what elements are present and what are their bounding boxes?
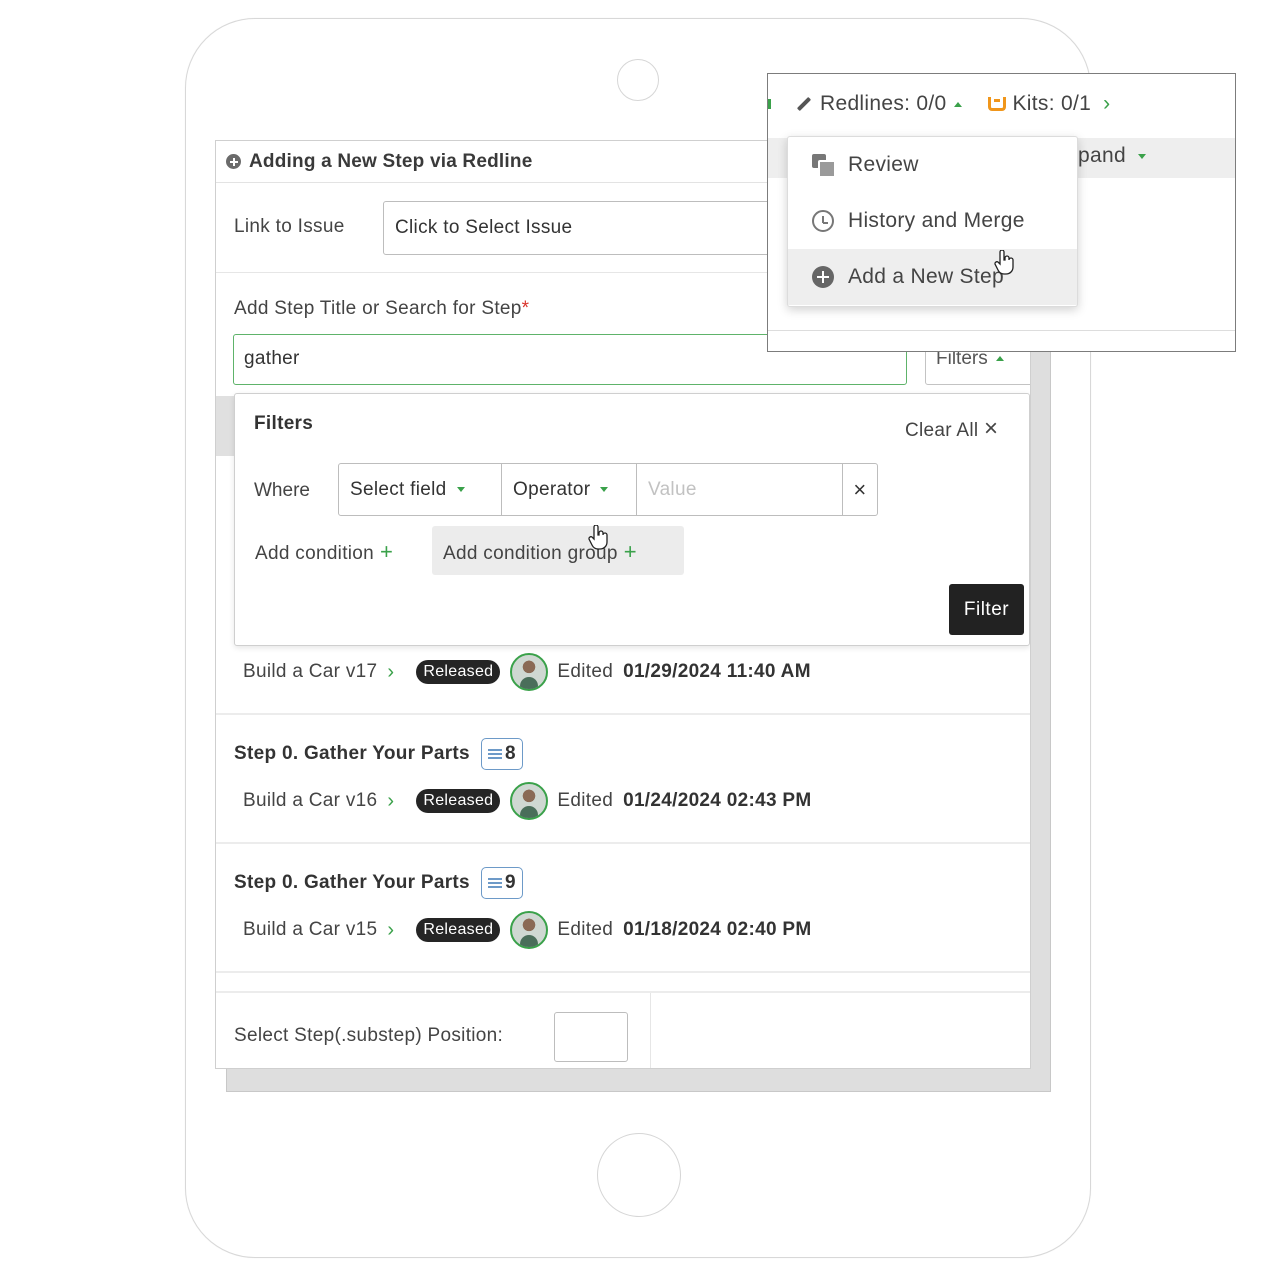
menu-item-history-merge[interactable]: History and Merge bbox=[788, 193, 1077, 249]
field-select[interactable]: Select field bbox=[339, 464, 502, 515]
panel-title: Adding a New Step via Redline bbox=[249, 150, 533, 172]
status-badge: Released bbox=[416, 660, 501, 684]
procedure-link[interactable]: Build a Car v17 bbox=[243, 661, 377, 683]
clear-all-button[interactable]: Clear All × bbox=[905, 415, 998, 443]
avatar bbox=[510, 653, 549, 691]
result-meta: Build a Car v17 › Released Edited 01/29/… bbox=[243, 653, 811, 691]
edited-date: 01/29/2024 11:40 AM bbox=[623, 661, 811, 682]
step-count-badge: 8 bbox=[480, 738, 523, 770]
link-issue-label: Link to Issue bbox=[234, 216, 345, 237]
list-lines-icon bbox=[487, 749, 502, 759]
avatar bbox=[510, 911, 549, 949]
remove-condition-icon[interactable]: × bbox=[843, 464, 877, 515]
plus-icon: + bbox=[623, 539, 637, 564]
tablet-camera bbox=[617, 59, 659, 101]
chevron-right-icon: › bbox=[1103, 92, 1111, 115]
edited-label: Edited bbox=[557, 919, 614, 940]
menu-item-add-new-step[interactable]: Add a New Step bbox=[788, 249, 1077, 305]
pencil-icon bbox=[796, 96, 812, 112]
hand-cursor-icon bbox=[588, 525, 608, 550]
condition-row: Select field Operator Value × bbox=[338, 463, 878, 516]
history-icon bbox=[812, 210, 834, 232]
position-label: Select Step(.substep) Position: bbox=[234, 1025, 504, 1046]
issue-select[interactable]: Click to Select Issue bbox=[383, 201, 803, 255]
review-icon bbox=[812, 154, 836, 178]
add-circle-icon bbox=[226, 154, 241, 169]
divider bbox=[650, 993, 651, 1068]
procedure-link[interactable]: Build a Car v15 bbox=[243, 919, 377, 941]
add-condition-button[interactable]: Add condition + bbox=[255, 539, 393, 565]
result-title: Step 0. Gather Your Parts 8 bbox=[234, 738, 523, 770]
value-input[interactable]: Value bbox=[637, 464, 843, 515]
dimmed-strip bbox=[216, 396, 236, 456]
toolbar-zoom-inset: Redlines: 0/0 Kits: 0/1 › pand Review Hi… bbox=[767, 73, 1236, 352]
procedure-link[interactable]: Build a Car v16 bbox=[243, 790, 377, 812]
result-meta: Build a Car v15 › Released Edited 01/18/… bbox=[243, 911, 812, 949]
list-lines-icon bbox=[487, 878, 502, 888]
step-count-badge: 9 bbox=[480, 867, 523, 899]
result-item[interactable]: Step 0. Gather Your Parts 9 Build a Car … bbox=[216, 844, 1030, 973]
caret-down-icon bbox=[456, 487, 465, 492]
position-input[interactable] bbox=[554, 1012, 628, 1062]
add-circle-icon bbox=[812, 266, 834, 288]
edited-date: 01/18/2024 02:40 PM bbox=[623, 919, 812, 940]
menu-item-review[interactable]: Review bbox=[788, 137, 1077, 193]
result-item[interactable]: Build a Car v17 › Released Edited 01/29/… bbox=[216, 586, 1030, 715]
divider bbox=[768, 330, 1235, 331]
status-badge: Released bbox=[416, 789, 501, 813]
kits-link[interactable]: Kits: 0/1 bbox=[1012, 92, 1091, 116]
caret-down-icon bbox=[600, 487, 609, 492]
tablet-home-button bbox=[597, 1133, 681, 1217]
position-row: Select Step(.substep) Position: bbox=[216, 991, 1030, 1068]
operator-select[interactable]: Operator bbox=[502, 464, 637, 515]
filters-title: Filters bbox=[254, 413, 314, 434]
chevron-right-icon: › bbox=[387, 918, 395, 941]
chevron-down-icon bbox=[1137, 153, 1146, 159]
plus-icon: + bbox=[380, 539, 394, 564]
result-meta: Build a Car v16 › Released Edited 01/24/… bbox=[243, 782, 812, 820]
kit-tray-icon bbox=[988, 97, 1007, 111]
add-condition-group-button[interactable]: Add condition group + bbox=[432, 526, 684, 575]
avatar bbox=[510, 782, 549, 820]
close-icon: × bbox=[984, 415, 999, 442]
edited-date: 01/24/2024 02:43 PM bbox=[623, 790, 812, 811]
result-item[interactable]: Step 0. Gather Your Parts 8 Build a Car … bbox=[216, 715, 1030, 844]
redlines-toggle[interactable]: Redlines: 0/0 bbox=[820, 92, 946, 116]
redline-dropdown-menu: Review History and Merge Add a New Step bbox=[787, 136, 1078, 307]
caret-up-icon bbox=[995, 356, 1004, 362]
expand-toggle[interactable]: pand bbox=[1078, 144, 1146, 168]
step-title-label: Add Step Title or Search for Step* bbox=[234, 298, 530, 319]
redline-toolbar: Redlines: 0/0 Kits: 0/1 › bbox=[768, 74, 1235, 134]
chevron-right-icon: › bbox=[387, 789, 395, 812]
where-label: Where bbox=[254, 480, 310, 501]
chevron-right-icon: › bbox=[387, 660, 395, 683]
result-title: Step 0. Gather Your Parts 9 bbox=[234, 867, 523, 899]
status-badge: Released bbox=[416, 918, 501, 942]
required-mark: * bbox=[521, 298, 530, 319]
caret-up-icon bbox=[954, 101, 963, 107]
hand-cursor-icon bbox=[994, 250, 1014, 275]
edited-label: Edited bbox=[557, 661, 614, 682]
edited-label: Edited bbox=[557, 790, 614, 811]
